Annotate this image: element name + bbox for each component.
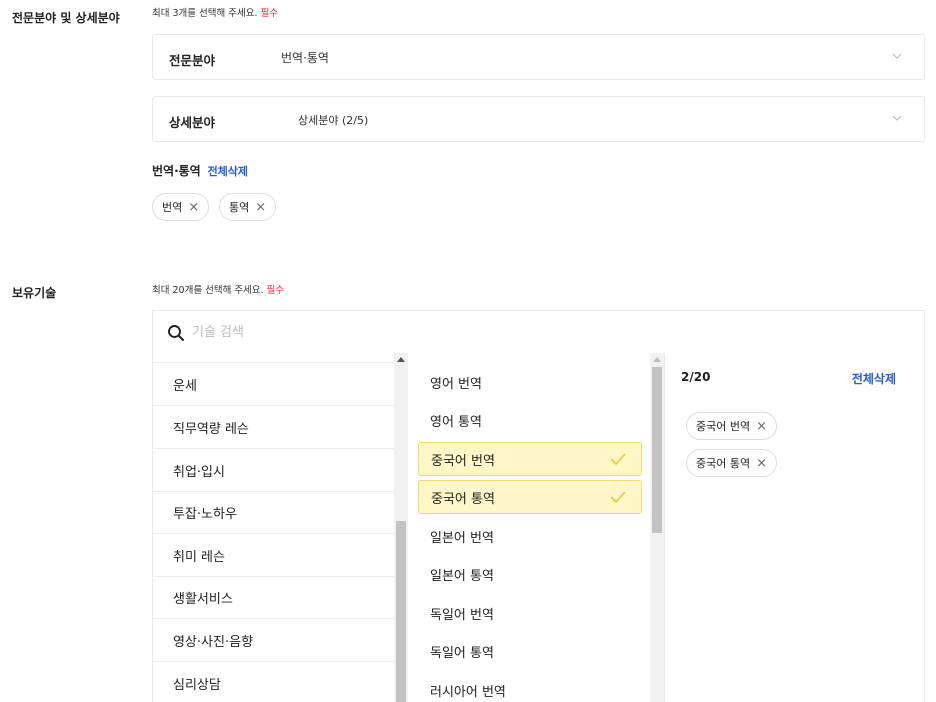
category-item[interactable]: 투잡·노하우 [153, 492, 394, 534]
chip-label: 통역 [229, 201, 250, 214]
specialty-section-title: 전문분야 및 상세분야 [12, 11, 120, 25]
skill-list: 영어 번역 영어 통역 중국어 번역 중국어 통역 일본어 번역 일본어 통역 … [408, 353, 650, 702]
category-list: 운세 직무역량 레슨 취업·입시 투잡·노하우 취미 레슨 생활서비스 영상·사… [152, 353, 394, 702]
scroll-up-arrow-icon[interactable] [653, 357, 661, 363]
skill-item[interactable]: 일본어 통역 [418, 557, 642, 591]
chip-label: 번역 [162, 201, 183, 214]
skill-item[interactable]: 독일어 번역 [418, 596, 642, 630]
category-item[interactable]: 직무역량 레슨 [153, 407, 394, 449]
selected-group-label: 번역·통역 [152, 164, 201, 178]
skills-hint-text: 최대 20개를 선택해 주세요. [152, 285, 264, 296]
skill-search-input[interactable] [192, 321, 592, 343]
specialty-field-label: 전문분야 [169, 53, 216, 68]
category-scrollbar[interactable] [394, 353, 408, 702]
close-icon[interactable]: × [255, 201, 266, 214]
category-item[interactable]: 취미 레슨 [153, 535, 394, 577]
skill-item-label: 독일어 통역 [430, 645, 494, 661]
close-icon[interactable]: × [756, 420, 767, 433]
skill-item-label: 중국어 번역 [431, 453, 495, 469]
required-label: 필수 [266, 285, 285, 296]
category-item[interactable]: 취업·입시 [153, 450, 394, 492]
chevron-down-icon [892, 53, 902, 59]
list-divider [153, 353, 394, 363]
skill-item[interactable]: 영어 번역 [418, 365, 642, 399]
specialty-chip-1[interactable]: 번역 × [152, 193, 210, 221]
skill-item-label: 일본어 통역 [430, 568, 494, 584]
category-item[interactable]: 영상·사진·음향 [153, 620, 394, 662]
detail-dropdown[interactable]: 상세분야 상세분야 (2/5) [152, 96, 925, 142]
specialty-field-value: 번역·통역 [281, 51, 329, 65]
skill-search-box[interactable] [152, 310, 925, 353]
check-icon [610, 453, 626, 466]
selected-skill-chip[interactable]: 중국어 번역 × [686, 412, 778, 440]
required-label: 필수 [260, 8, 279, 19]
skills-section-title: 보유기술 [12, 286, 57, 300]
skill-item[interactable]: 영어 통역 [418, 403, 642, 437]
specialty-chip-2[interactable]: 통역 × [219, 193, 277, 221]
detail-field-value: 상세분야 (2/5) [298, 114, 369, 127]
scrollbar-thumb[interactable] [652, 367, 662, 533]
scroll-up-arrow-icon[interactable] [397, 357, 405, 363]
selected-count: 2/20 [681, 370, 711, 384]
skill-item-label: 러시아어 번역 [430, 684, 506, 700]
skills-hint: 최대 20개를 선택해 주세요. 필수 [152, 282, 284, 296]
specialty-hint-text: 최대 3개를 선택해 주세요. [152, 8, 258, 19]
close-icon[interactable]: × [756, 457, 767, 470]
chevron-down-icon [892, 115, 902, 121]
check-icon [610, 491, 626, 504]
skills-clear-all-link[interactable]: 전체삭제 [852, 370, 896, 387]
category-item[interactable]: 생활서비스 [153, 577, 394, 619]
skill-item-label: 독일어 번역 [430, 607, 494, 623]
skill-item-label: 영어 번역 [430, 376, 482, 392]
skill-item[interactable]: 러시아어 번역 [418, 673, 642, 702]
selected-group-row: 번역·통역 전체삭제 [152, 162, 248, 179]
skill-scrollbar[interactable] [650, 353, 664, 702]
skill-item-label: 영어 통역 [430, 414, 482, 430]
skill-item[interactable]: 일본어 번역 [418, 519, 642, 553]
category-item[interactable]: 운세 [153, 364, 394, 406]
search-icon [168, 325, 184, 341]
specialty-dropdown[interactable]: 전문분야 번역·통역 [152, 34, 925, 80]
chip-label: 중국어 번역 [696, 420, 751, 433]
skill-item-label: 일본어 번역 [430, 530, 494, 546]
skill-item[interactable]: 독일어 통역 [418, 634, 642, 668]
skill-item-selected[interactable]: 중국어 통역 [418, 480, 642, 514]
category-item[interactable]: 심리상담 [153, 663, 394, 702]
selected-skills-panel: 2/20 전체삭제 중국어 번역 × 중국어 통역 × [664, 353, 925, 702]
scrollbar-thumb[interactable] [396, 521, 406, 702]
skill-item-label: 중국어 통역 [431, 491, 495, 507]
specialty-clear-all-link[interactable]: 전체삭제 [208, 165, 248, 178]
skill-item-selected[interactable]: 중국어 번역 [418, 442, 642, 476]
specialty-hint: 최대 3개를 선택해 주세요. 필수 [152, 5, 278, 19]
chip-label: 중국어 통역 [696, 457, 751, 470]
close-icon[interactable]: × [188, 201, 199, 214]
detail-field-label: 상세분야 [169, 115, 216, 130]
selected-skill-chip[interactable]: 중국어 통역 × [686, 449, 778, 477]
